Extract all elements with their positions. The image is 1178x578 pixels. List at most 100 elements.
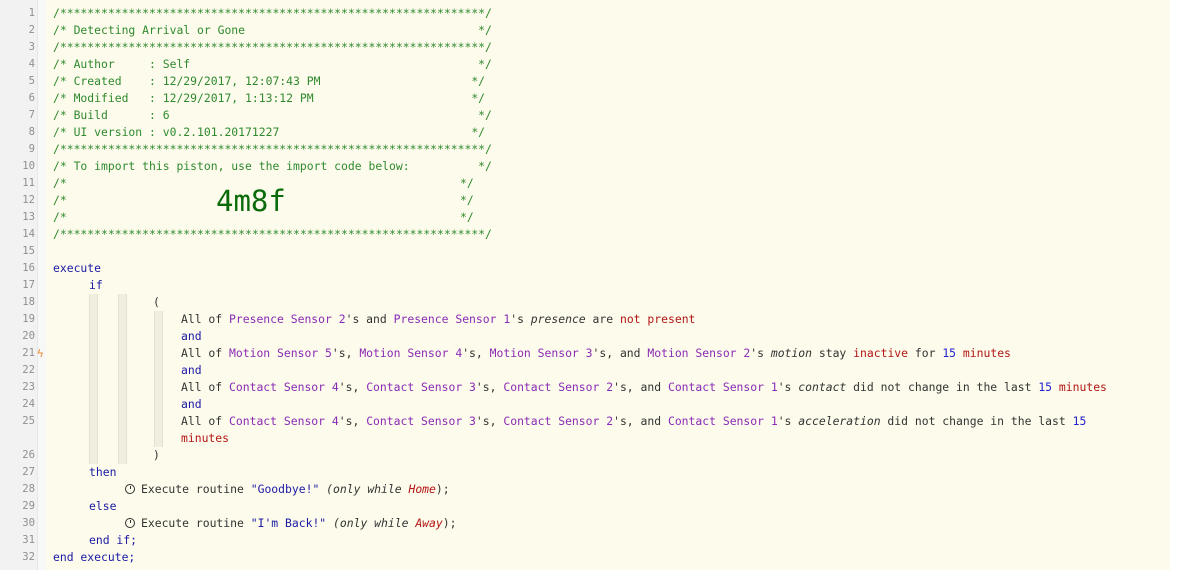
line-number: 27 [22, 466, 35, 478]
comment-open: /* [53, 176, 67, 190]
device-motion-sensor-5: Motion Sensor 5 [229, 346, 332, 360]
comment-line: /***************************************… [53, 142, 492, 156]
line-number: 1 [28, 7, 35, 19]
value-inactive: inactive [853, 346, 909, 360]
line-number: 7 [28, 109, 35, 121]
end-if-keyword: end if; [89, 533, 138, 547]
line-number: 32 [22, 551, 35, 563]
execute-keyword: execute [53, 261, 102, 275]
line-number: 19 [22, 313, 35, 325]
build-comment: /* Build : 6 */ [53, 108, 492, 122]
and-operator: and [181, 363, 202, 377]
mode-home: Home [408, 482, 436, 496]
device-motion-sensor-2: Motion Sensor 2 [647, 346, 751, 360]
comment-close: */ [460, 210, 474, 224]
duration-number: 15 [1038, 380, 1053, 394]
line-number: 15 [22, 245, 35, 257]
line-number: 18 [22, 296, 35, 308]
attribute-contact: contact [798, 380, 847, 394]
clock-icon [125, 518, 135, 528]
piston-title-comment: /* Detecting Arrival or Gone */ [53, 23, 492, 37]
line-number: 4 [28, 58, 35, 70]
device-presence-sensor-2: Presence Sensor 2 [229, 312, 346, 326]
condition-acceleration: All of Contact Sensor 4's, Contact Senso… [181, 414, 1087, 428]
statement-goodbye: Execute routine "Goodbye!" (only while H… [125, 481, 450, 498]
and-operator: and [181, 329, 202, 343]
line-number: 5 [28, 75, 35, 87]
comment-line: /***************************************… [53, 6, 492, 20]
comment-line: /***************************************… [53, 40, 492, 54]
indent-guide [89, 294, 98, 464]
line-number: 24 [22, 398, 35, 410]
mode-away: Away [415, 516, 443, 530]
condition-presence: All of Presence Sensor 2's and Presence … [181, 312, 696, 326]
duration-number: 15 [1072, 414, 1087, 428]
device-contact-sensor-4: Contact Sensor 4 [229, 414, 339, 428]
and-operator: and [181, 397, 202, 411]
line-number: 25 [22, 415, 35, 427]
device-contact-sensor-1: Contact Sensor 1 [667, 414, 778, 428]
line-number: 3 [28, 41, 35, 53]
gutter-edge [37, 0, 46, 570]
duration-unit: minutes [1058, 380, 1107, 394]
close-paren: ) [153, 448, 160, 462]
if-keyword: if [89, 278, 103, 292]
device-contact-sensor-3: Contact Sensor 3 [366, 380, 476, 394]
comment-close: */ [460, 193, 474, 207]
line-number: 13 [22, 211, 35, 223]
open-paren: ( [153, 295, 160, 309]
line-number: 17 [22, 279, 35, 291]
line-number: 28 [22, 483, 35, 495]
condition-contact: All of Contact Sensor 4's, Contact Senso… [181, 380, 1107, 394]
device-motion-sensor-4: Motion Sensor 4 [359, 346, 463, 360]
device-contact-sensor-2: Contact Sensor 2 [503, 380, 614, 394]
then-keyword: then [89, 465, 117, 479]
device-contact-sensor-3: Contact Sensor 3 [366, 414, 476, 428]
device-presence-sensor-1: Presence Sensor 1 [393, 312, 511, 326]
device-contact-sensor-4: Contact Sensor 4 [229, 380, 339, 394]
duration-unit: minutes [962, 346, 1011, 360]
statement-im-back: Execute routine "I'm Back!" (only while … [125, 515, 456, 532]
device-contact-sensor-1: Contact Sensor 1 [667, 380, 778, 394]
line-number: 9 [28, 143, 35, 155]
condition-motion: All of Motion Sensor 5's, Motion Sensor … [181, 346, 1011, 360]
piston-code-view: 1 2 3 4 5 6 7 8 9 10 11 12 13 14 15 16 1… [0, 0, 1170, 570]
line-number: 21 [22, 347, 35, 359]
indent-guide [118, 294, 127, 464]
comment-open: /* [53, 210, 67, 224]
line-number: 14 [22, 228, 35, 240]
line-number: 29 [22, 500, 35, 512]
duration-unit: minutes [181, 431, 230, 445]
line-number: 8 [28, 126, 35, 138]
attribute-motion: motion [770, 346, 812, 360]
line-number: 6 [28, 92, 35, 104]
line-number: 23 [22, 381, 35, 393]
indent-guide [154, 311, 163, 447]
line-number: 11 [22, 177, 35, 189]
author-comment: /* Author : Self */ [53, 57, 492, 71]
import-note-comment: /* To import this piston, use the import… [53, 159, 492, 173]
trigger-bolt-icon: ϟ [37, 347, 44, 360]
device-contact-sensor-2: Contact Sensor 2 [503, 414, 614, 428]
comment-close: */ [460, 176, 474, 190]
line-number: 2 [28, 24, 35, 36]
created-comment: /* Created : 12/29/2017, 12:07:43 PM */ [53, 74, 486, 88]
else-keyword: else [89, 499, 117, 513]
value-not-present: not present [619, 312, 696, 326]
attribute-acceleration: acceleration [798, 414, 881, 428]
modified-comment: /* Modified : 12/29/2017, 1:13:12 PM */ [53, 91, 486, 105]
line-number: 12 [22, 194, 35, 206]
duration-number: 15 [942, 346, 957, 360]
routine-name: "Goodbye!" [250, 482, 320, 496]
line-number: 20 [22, 330, 35, 342]
line-number: 10 [22, 160, 35, 172]
line-number: 30 [22, 517, 35, 529]
ui-version-comment: /* UI version : v0.2.101.20171227 */ [53, 125, 486, 139]
attribute-presence: presence [530, 312, 586, 326]
clock-icon [125, 484, 135, 494]
device-motion-sensor-3: Motion Sensor 3 [489, 346, 593, 360]
routine-name: "I'm Back!" [250, 516, 327, 530]
end-execute-keyword: end execute; [53, 550, 136, 564]
comment-open: /* [53, 193, 67, 207]
line-number: 16 [22, 262, 35, 274]
